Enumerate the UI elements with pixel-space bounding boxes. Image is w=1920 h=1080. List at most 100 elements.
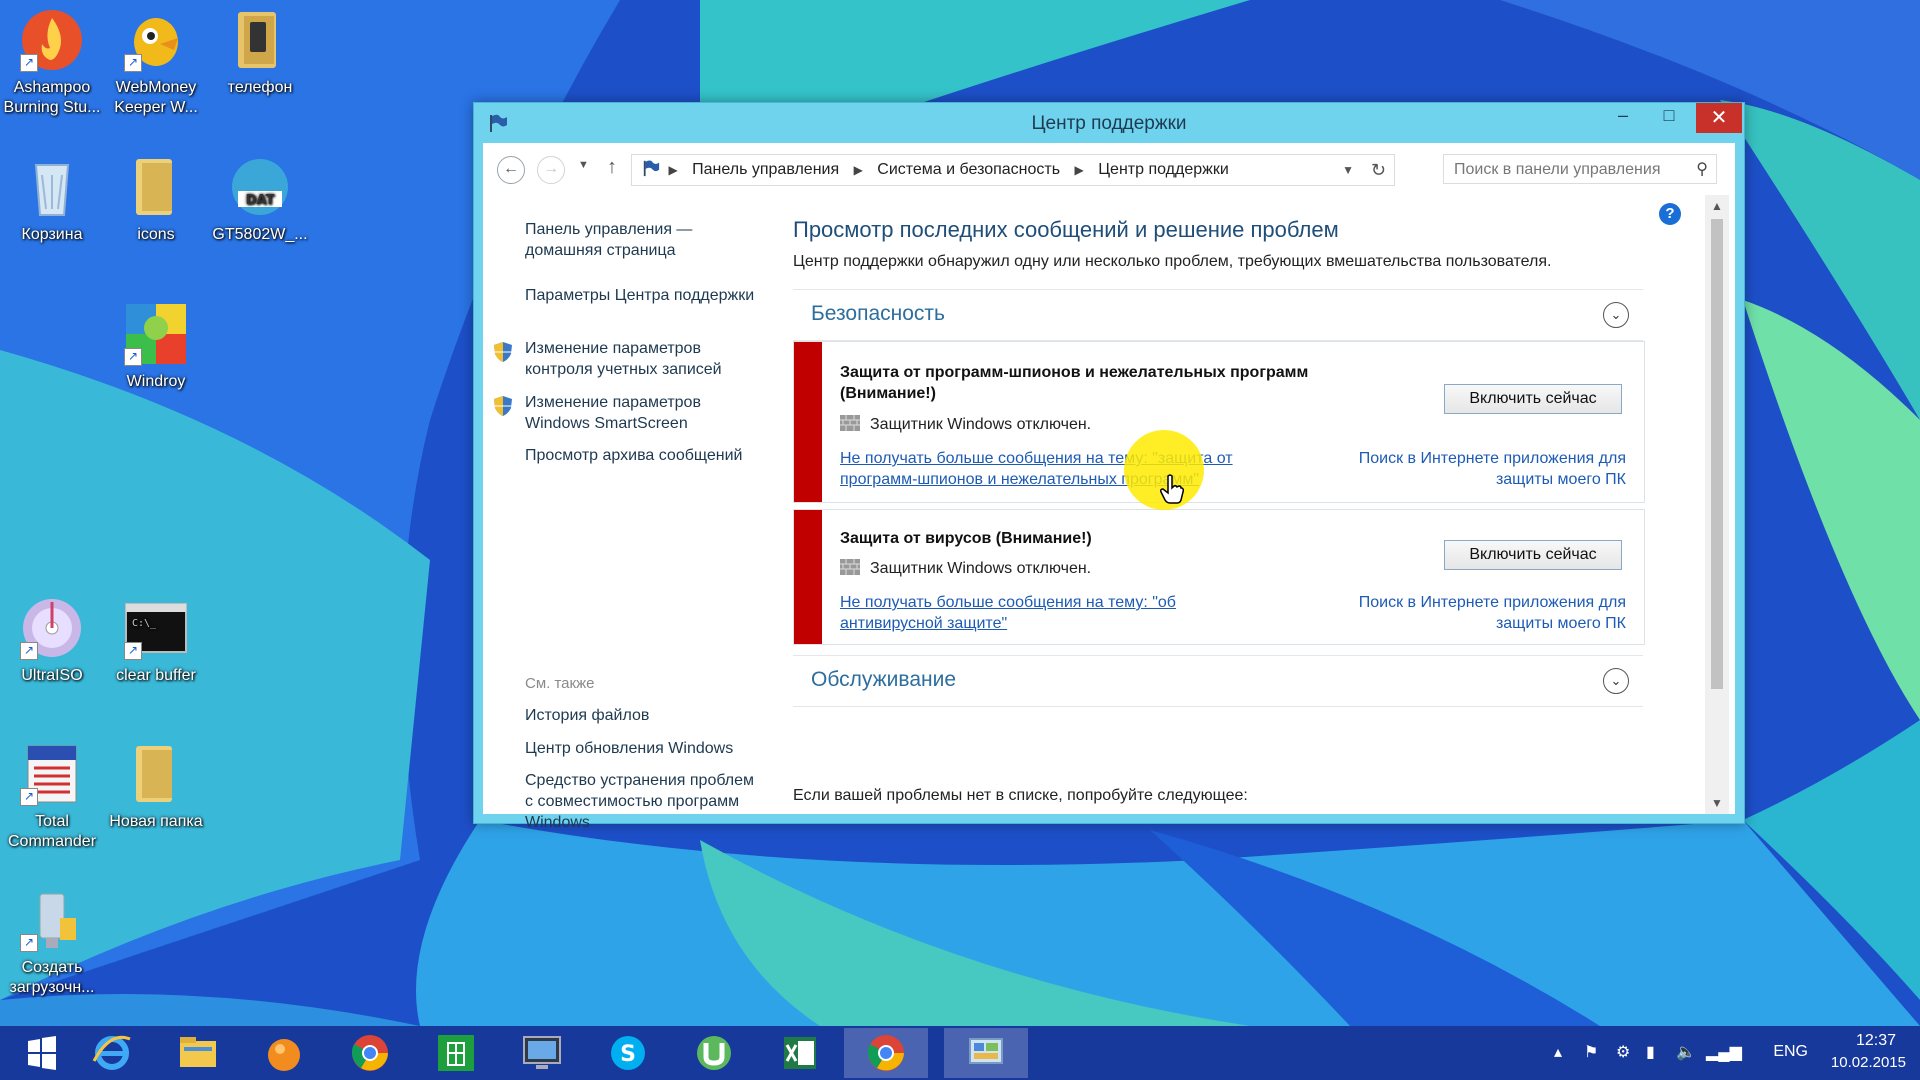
clock-time[interactable]: 12:37 bbox=[1856, 1032, 1896, 1050]
vertical-scrollbar[interactable]: ▲ ▼ bbox=[1705, 195, 1729, 814]
alert-title: Защита от программ-шпионов и нежелательн… bbox=[840, 364, 1309, 402]
shortcut-arrow-icon: ↗ bbox=[20, 642, 38, 660]
desktop-icon-dat-file[interactable]: DAT GT5802W_... bbox=[208, 155, 312, 245]
chevron-down-icon[interactable]: ⌄ bbox=[1603, 302, 1629, 328]
recent-locations-chevron-icon[interactable]: ▼ bbox=[578, 159, 589, 171]
action-center-window[interactable]: Центр поддержки – □ ✕ ← → ▼ ↑ ▶ Панель у… bbox=[473, 102, 1745, 831]
taskbar-skype[interactable]: S bbox=[586, 1028, 670, 1078]
windows-update-link[interactable]: Центр обновления Windows bbox=[525, 738, 765, 759]
breadcrumb-separator-icon[interactable]: ▶ bbox=[854, 155, 863, 185]
breadcrumb-system-security[interactable]: Система и безопасность bbox=[877, 155, 1060, 185]
search-input[interactable]: Поиск в панели управления ⚲ bbox=[1443, 154, 1717, 184]
desktop-icon-label: Корзина bbox=[21, 226, 83, 243]
system-tray: ▴ ⚑ ⚙ ▮ 🔈 ▂▄▆ ENG 12:37 10.02.2015 bbox=[1540, 1026, 1920, 1080]
taskbar-store[interactable] bbox=[414, 1028, 498, 1078]
desktop-icon-total-commander[interactable]: ↗ Total Commander bbox=[0, 742, 104, 852]
taskbar-monitor-app[interactable] bbox=[500, 1028, 584, 1078]
scrollbar-thumb[interactable] bbox=[1711, 219, 1723, 689]
battery-icon[interactable]: ▮ bbox=[1646, 1042, 1655, 1062]
back-arrow-icon[interactable]: ← bbox=[497, 156, 525, 184]
desktop-icon-webmoney[interactable]: ↗ WebMoney Keeper W... bbox=[104, 8, 208, 118]
taskbar-excel[interactable] bbox=[758, 1028, 842, 1078]
chevron-down-icon[interactable]: ⌄ bbox=[1603, 668, 1629, 694]
action-center-flag-icon[interactable]: ⚑ bbox=[1584, 1042, 1598, 1062]
show-hidden-icons-icon[interactable]: ▴ bbox=[1554, 1042, 1562, 1062]
breadcrumb-action-center[interactable]: Центр поддержки bbox=[1098, 155, 1229, 185]
taskbar-internet-explorer[interactable] bbox=[70, 1028, 154, 1078]
clock-date[interactable]: 10.02.2015 bbox=[1831, 1054, 1906, 1071]
security-section-header[interactable]: Безопасность ⌄ bbox=[793, 289, 1643, 341]
webmoney-icon: ↗ bbox=[124, 8, 188, 72]
alert-status: Защитник Windows отключен. bbox=[840, 559, 1091, 578]
page-description: Центр поддержки обнаружил одну или неско… bbox=[793, 253, 1552, 270]
desktop-icon-label: Создать загрузочн... bbox=[9, 959, 95, 996]
taskbar-utorrent[interactable] bbox=[672, 1028, 756, 1078]
message-archive-link[interactable]: Просмотр архива сообщений bbox=[525, 445, 765, 466]
desktop-icon-icons-folder[interactable]: icons bbox=[104, 155, 208, 245]
action-center-settings-link[interactable]: Параметры Центра поддержки bbox=[525, 285, 765, 306]
desktop-icon-label: Ashampoo Burning Stu... bbox=[3, 79, 101, 116]
utorrent-icon bbox=[697, 1036, 731, 1070]
breadcrumb-control-panel[interactable]: Панель управления bbox=[692, 155, 839, 185]
search-online-app-link[interactable]: Поиск в Интернете приложения для защиты … bbox=[1326, 592, 1626, 634]
maintenance-section-title: Обслуживание bbox=[811, 668, 957, 691]
file-history-link[interactable]: История файлов bbox=[525, 705, 765, 726]
minimize-button[interactable]: – bbox=[1600, 105, 1646, 135]
maximize-button[interactable]: □ bbox=[1646, 105, 1692, 135]
up-arrow-icon[interactable]: ↑ bbox=[607, 156, 617, 179]
start-icon bbox=[28, 1036, 56, 1070]
chrome-icon bbox=[351, 1035, 388, 1071]
title-bar[interactable]: Центр поддержки – □ ✕ bbox=[474, 103, 1744, 143]
desktop-icon-label: Windroy bbox=[126, 373, 186, 390]
desktop-icon-windroy[interactable]: ↗ Windroy bbox=[104, 302, 208, 392]
svg-text:DAT: DAT bbox=[246, 193, 275, 208]
scroll-up-arrow-icon[interactable]: ▲ bbox=[1705, 199, 1729, 213]
network-settings-icon[interactable]: ⚙ bbox=[1616, 1042, 1630, 1062]
excel-icon bbox=[784, 1037, 816, 1069]
control-panel-home-link[interactable]: Панель управления — домашняя страница bbox=[525, 219, 765, 261]
firewall-wall-icon bbox=[840, 559, 860, 575]
signal-icon[interactable]: ▂▄▆ bbox=[1706, 1042, 1742, 1062]
enable-now-button[interactable]: Включить сейчас bbox=[1444, 384, 1622, 414]
enable-now-button[interactable]: Включить сейчас bbox=[1444, 540, 1622, 570]
svg-text:C:\_: C:\_ bbox=[132, 618, 157, 629]
desktop-icon-ultraiso[interactable]: ↗ UltraISO bbox=[0, 596, 104, 686]
search-online-app-link[interactable]: Поиск в Интернете приложения для защиты … bbox=[1326, 448, 1626, 490]
address-dropdown-icon[interactable]: ▼ bbox=[1342, 155, 1354, 185]
volume-icon[interactable]: 🔈 bbox=[1676, 1042, 1696, 1062]
forward-arrow-icon[interactable]: → bbox=[537, 156, 565, 184]
language-indicator[interactable]: ENG bbox=[1773, 1043, 1808, 1061]
bottom-note: Если вашей проблемы нет в списке, попроб… bbox=[793, 787, 1248, 804]
dismiss-messages-link[interactable]: Не получать больше сообщения на тему: "о… bbox=[840, 592, 1240, 634]
desktop-icon-phone-folder[interactable]: телефон bbox=[208, 8, 312, 98]
flag-icon bbox=[643, 160, 660, 177]
scroll-down-arrow-icon[interactable]: ▼ bbox=[1705, 796, 1729, 810]
desktop-icon-recycle-bin[interactable]: Корзина bbox=[0, 155, 104, 245]
taskbar-file-explorer[interactable] bbox=[156, 1028, 240, 1078]
folder-icon bbox=[228, 8, 292, 72]
alert-status-text: Защитник Windows отключен. bbox=[870, 560, 1092, 577]
taskbar-control-panel[interactable] bbox=[944, 1028, 1028, 1078]
maintenance-section-header[interactable]: Обслуживание ⌄ bbox=[793, 655, 1643, 707]
desktop-icon-label: WebMoney Keeper W... bbox=[114, 79, 198, 116]
help-icon[interactable]: ? bbox=[1659, 203, 1681, 225]
smartscreen-settings-link[interactable]: Изменение параметров Windows SmartScreen bbox=[525, 392, 765, 434]
desktop-icon-clear-buffer[interactable]: C:\_ ↗ clear buffer bbox=[104, 596, 208, 686]
dismiss-messages-link[interactable]: Не получать больше сообщения на тему: "з… bbox=[840, 448, 1280, 490]
breadcrumb-separator-icon[interactable]: ▶ bbox=[1075, 155, 1084, 185]
address-bar[interactable]: ▶ Панель управления ▶ Система и безопасн… bbox=[631, 154, 1395, 186]
compatibility-troubleshooter-link[interactable]: Средство устранения проблем с совместимо… bbox=[525, 770, 765, 833]
desktop-icon-ashampoo[interactable]: ↗ Ashampoo Burning Stu... bbox=[0, 8, 104, 118]
orange-app-icon bbox=[268, 1039, 300, 1071]
taskbar-chrome-2[interactable] bbox=[844, 1028, 928, 1078]
desktop-icon-create-bootable[interactable]: ↗ Создать загрузочн... bbox=[0, 888, 104, 998]
taskbar-orange-app[interactable] bbox=[242, 1028, 326, 1078]
taskbar-chrome[interactable] bbox=[328, 1028, 412, 1078]
search-icon[interactable]: ⚲ bbox=[1696, 155, 1708, 185]
close-button[interactable]: ✕ bbox=[1696, 103, 1742, 133]
refresh-icon[interactable]: ↻ bbox=[1371, 155, 1386, 185]
alert-severity-bar bbox=[794, 510, 822, 644]
desktop-icon-new-folder[interactable]: Новая папка bbox=[104, 742, 208, 832]
uac-settings-link[interactable]: Изменение параметров контроля учетных за… bbox=[525, 338, 765, 380]
shortcut-arrow-icon: ↗ bbox=[20, 934, 38, 952]
